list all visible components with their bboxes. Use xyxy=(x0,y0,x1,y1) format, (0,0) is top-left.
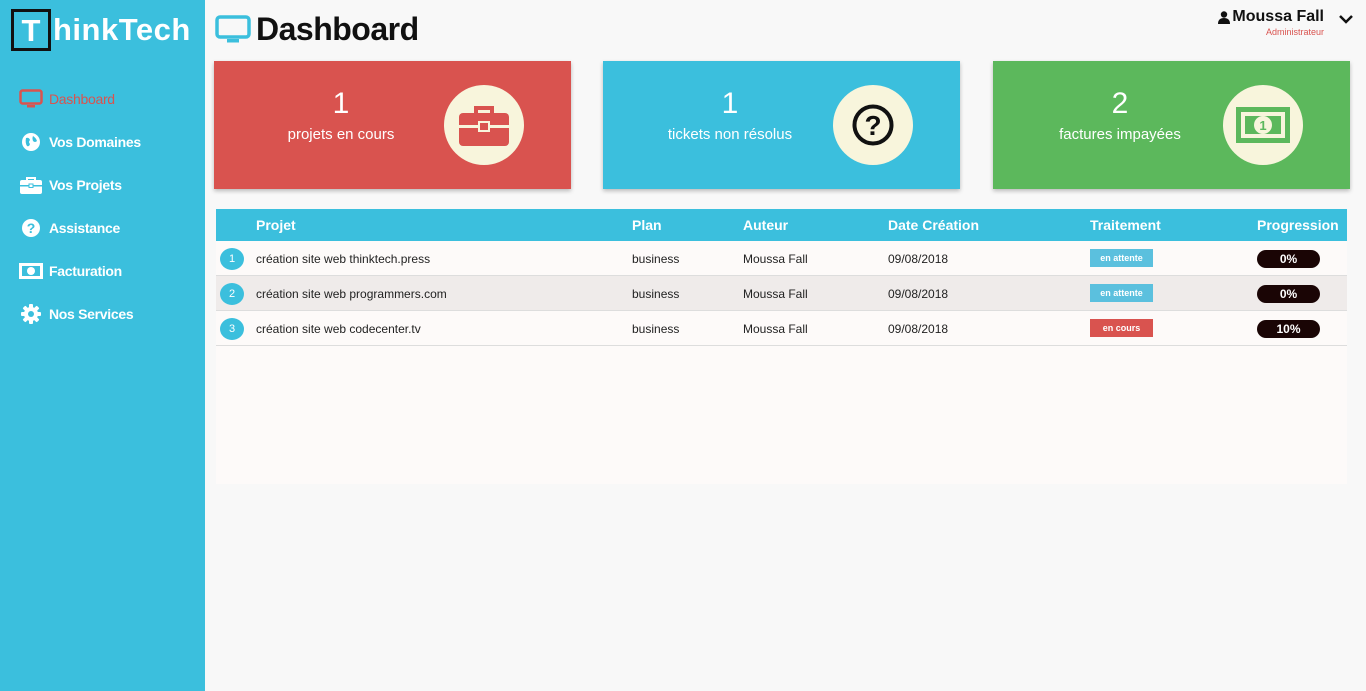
status-badge: en attente xyxy=(1090,249,1153,267)
sidebar: T hinkTech Dashboard Vos Domaines Vos Pr… xyxy=(0,0,205,691)
cell-auteur: Moussa Fall xyxy=(743,252,808,266)
sidebar-item-label: Vos Projets xyxy=(49,176,122,193)
sidebar-item-vos-projets[interactable]: Vos Projets xyxy=(18,163,141,206)
svg-text:?: ? xyxy=(864,110,881,141)
sidebar-nav: Dashboard Vos Domaines Vos Projets ? Ass… xyxy=(18,77,141,335)
user-name: Moussa Fall xyxy=(1232,8,1324,25)
sidebar-item-facturation[interactable]: Facturation xyxy=(18,249,141,292)
question-circle-icon: ? xyxy=(833,85,913,165)
logo-text: hinkTech xyxy=(53,12,191,47)
sidebar-item-label: Vos Domaines xyxy=(49,133,141,150)
table-row[interactable]: 2 création site web programmers.com busi… xyxy=(216,276,1347,311)
stat-number: 1 xyxy=(332,87,350,120)
page-title-text: Dashboard xyxy=(256,11,419,47)
cell-auteur: Moussa Fall xyxy=(743,322,808,336)
cell-projet: création site web programmers.com xyxy=(256,287,447,301)
svg-text:1: 1 xyxy=(1259,118,1266,133)
cell-projet: création site web thinktech.press xyxy=(256,252,431,266)
logo[interactable]: T hinkTech xyxy=(11,9,191,51)
user-role: Administrateur xyxy=(1265,27,1324,37)
status-badge: en attente xyxy=(1090,284,1153,302)
sidebar-item-assistance[interactable]: ? Assistance xyxy=(18,206,141,249)
chevron-down-icon[interactable] xyxy=(1338,12,1354,24)
stat-number: 1 xyxy=(721,87,739,120)
projects-table: Projet Plan Auteur Date Création Traitem… xyxy=(216,209,1347,484)
table-row[interactable]: 1 création site web thinktech.press busi… xyxy=(216,241,1347,276)
column-header-traitement[interactable]: Traitement xyxy=(1090,217,1161,233)
sidebar-item-label: Dashboard xyxy=(49,90,115,107)
progress-badge: 0% xyxy=(1257,285,1320,303)
user-menu[interactable]: Moussa Fall Administrateur xyxy=(1218,8,1324,37)
stat-card-tickets[interactable]: 1 tickets non résolus ? xyxy=(603,61,960,189)
cell-plan: business xyxy=(632,322,680,336)
sidebar-item-label: Facturation xyxy=(49,262,122,279)
briefcase-icon xyxy=(18,174,44,196)
row-index: 2 xyxy=(220,283,244,305)
svg-text:?: ? xyxy=(27,220,36,236)
stat-card-factures[interactable]: 2 factures impayées 1 xyxy=(993,61,1350,189)
column-header-progression[interactable]: Progression xyxy=(1257,217,1339,233)
stat-card-projets[interactable]: 1 projets en cours xyxy=(214,61,571,189)
monitor-icon xyxy=(18,88,44,110)
stat-label: factures impayées xyxy=(1059,126,1181,143)
status-badge: en cours xyxy=(1090,319,1153,337)
table-header: Projet Plan Auteur Date Création Traitem… xyxy=(216,209,1347,241)
money-icon xyxy=(18,260,44,282)
column-header-date[interactable]: Date Création xyxy=(888,217,979,233)
cell-projet: création site web codecenter.tv xyxy=(256,322,421,336)
progress-badge: 0% xyxy=(1257,250,1320,268)
logo-letter: T xyxy=(11,9,51,51)
table-row[interactable]: 3 création site web codecenter.tv busine… xyxy=(216,311,1347,346)
briefcase-icon xyxy=(444,85,524,165)
row-index: 1 xyxy=(220,248,244,270)
column-header-auteur[interactable]: Auteur xyxy=(743,217,788,233)
cell-auteur: Moussa Fall xyxy=(743,287,808,301)
sidebar-item-label: Assistance xyxy=(49,219,120,236)
page-title: Dashboard xyxy=(215,11,419,48)
stat-number: 2 xyxy=(1111,87,1129,120)
cell-plan: business xyxy=(632,287,680,301)
user-icon xyxy=(1218,10,1231,24)
sidebar-item-dashboard[interactable]: Dashboard xyxy=(18,77,141,120)
cell-plan: business xyxy=(632,252,680,266)
stat-label: tickets non résolus xyxy=(667,126,793,143)
row-index: 3 xyxy=(220,318,244,340)
column-header-projet[interactable]: Projet xyxy=(256,217,296,233)
cell-date: 09/08/2018 xyxy=(888,322,949,336)
question-circle-icon: ? xyxy=(18,217,44,239)
stat-label: projets en cours xyxy=(287,126,395,143)
progress-badge: 10% xyxy=(1257,320,1320,338)
sidebar-item-label: Nos Services xyxy=(49,305,134,322)
cell-date: 09/08/2018 xyxy=(888,252,949,266)
money-icon: 1 xyxy=(1223,85,1303,165)
sidebar-item-vos-domaines[interactable]: Vos Domaines xyxy=(18,120,141,163)
column-header-plan[interactable]: Plan xyxy=(632,217,662,233)
cell-date: 09/08/2018 xyxy=(888,287,949,301)
sidebar-item-nos-services[interactable]: Nos Services xyxy=(18,292,141,335)
globe-icon xyxy=(18,131,44,153)
gear-icon xyxy=(18,303,44,325)
monitor-icon xyxy=(215,12,251,48)
